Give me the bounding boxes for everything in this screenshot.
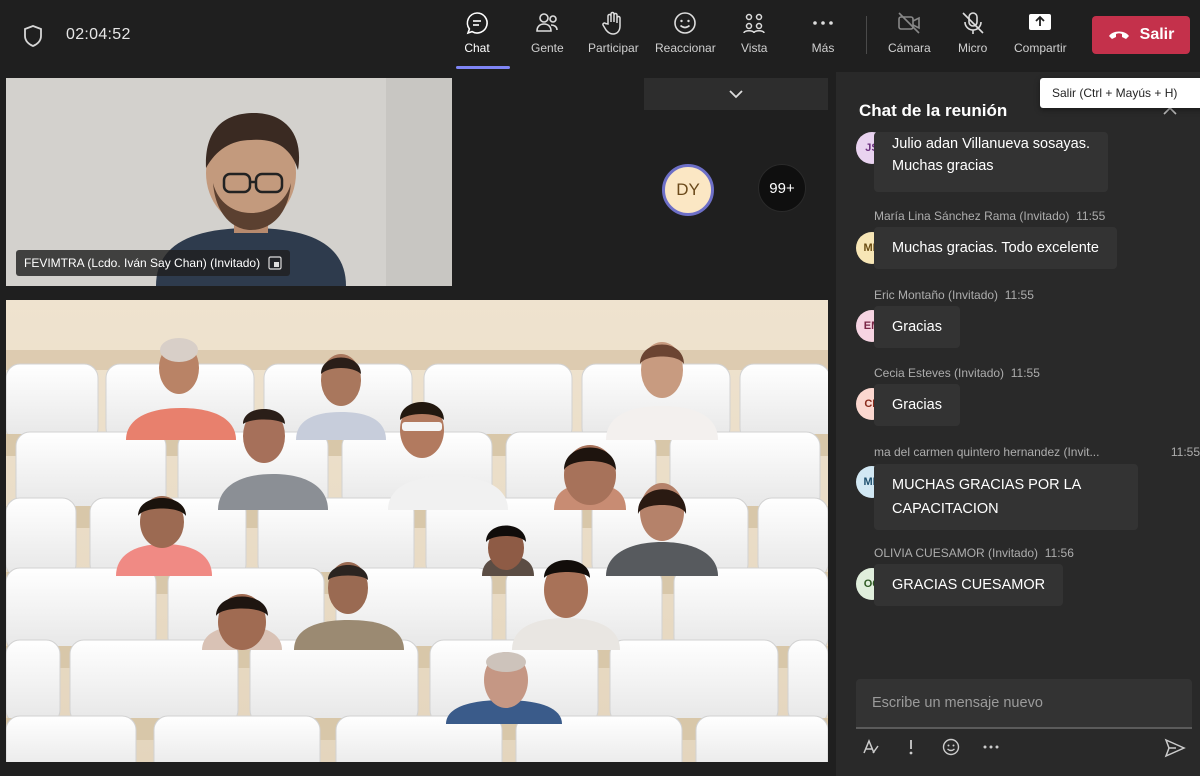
chat-message-meta: María Lina Sánchez Rama (Invitado) 11:55 xyxy=(874,209,1105,223)
chat-message-text: Gracias xyxy=(892,319,942,335)
chat-message[interactable]: Julio adan Villanueva sosayas. Muchas gr… xyxy=(874,132,1109,192)
chat-message-meta: OLIVIA CUESAMOR (Invitado) 11:56 xyxy=(874,546,1074,560)
react-button[interactable]: Reaccionar xyxy=(655,10,716,66)
emoji-icon[interactable] xyxy=(942,738,960,756)
view-icon xyxy=(743,13,765,34)
chat-title: Chat de la reunión xyxy=(859,101,1008,120)
chat-message-sender: Eric Montaño (Invitado) xyxy=(874,288,999,302)
send-icon[interactable] xyxy=(1164,738,1186,758)
raise-hand-label: Participar xyxy=(588,41,639,55)
compose-toolbar xyxy=(862,738,1000,756)
chat-message-sender: Cecia Esteves (Invitado) xyxy=(874,366,1005,380)
chevron-down-icon xyxy=(729,90,743,99)
camera-off-icon xyxy=(898,12,921,34)
message-compose-input[interactable]: Escribe un mensaje nuevo xyxy=(856,679,1192,729)
more-button[interactable]: Más xyxy=(810,10,836,66)
chat-message-sender: María Lina Sánchez Rama (Invitado) xyxy=(874,209,1070,223)
presenter-name: FEVIMTRA (Lcdo. Iván Say Chan) (Invitado… xyxy=(24,256,261,270)
share-button[interactable]: Compartir xyxy=(1014,10,1067,66)
react-label: Reaccionar xyxy=(655,41,716,55)
camera-label: Cámara xyxy=(888,41,931,55)
mic-off-icon xyxy=(962,12,984,34)
format-icon[interactable] xyxy=(862,738,880,756)
mic-label: Micro xyxy=(958,41,988,55)
chat-message-sender: OLIVIA CUESAMOR (Invitado) xyxy=(874,546,1039,560)
chat-message-time: 11:55 xyxy=(1004,288,1034,302)
chat-message-time: 11:55 xyxy=(1010,366,1040,380)
roster-collapse-button[interactable] xyxy=(644,78,828,110)
camera-button[interactable]: Cámara xyxy=(888,10,931,66)
mic-button[interactable]: Micro xyxy=(958,10,987,66)
meeting-toolbar: 02:04:52 Chat Gente Participar Reacciona… xyxy=(0,0,1200,72)
people-button[interactable]: Gente xyxy=(531,10,564,66)
attach-icon[interactable] xyxy=(902,738,920,756)
chat-message-text: GRACIAS CUESAMOR xyxy=(892,577,1046,593)
toolbar-divider xyxy=(866,16,867,54)
chat-message-text: MUCHAS GRACIAS POR LA xyxy=(892,477,1082,493)
people-icon xyxy=(536,13,559,32)
chat-message-text: Gracias xyxy=(892,397,942,413)
chat-label: Chat xyxy=(464,41,490,55)
chat-message[interactable]: Gracias xyxy=(874,306,960,348)
leave-tooltip: Salir (Ctrl + Mayús + H) xyxy=(1040,78,1200,108)
chat-message-sender: ma del carmen quintero hernandez (Invit.… xyxy=(874,445,1100,459)
chat-panel: Chat de la reunión JS Julio adan Villanu… xyxy=(836,72,1200,776)
presenter-video[interactable]: FEVIMTRA (Lcdo. Iván Say Chan) (Invitado… xyxy=(6,78,452,286)
hand-icon xyxy=(602,11,622,35)
chat-message-time: 11:55 xyxy=(1076,209,1106,223)
together-mode-scene xyxy=(6,300,828,762)
share-label: Compartir xyxy=(1014,41,1067,55)
leave-button[interactable]: Salir xyxy=(1092,16,1190,54)
chat-message[interactable]: Gracias xyxy=(874,384,960,426)
chat-message[interactable]: GRACIAS CUESAMOR xyxy=(874,564,1064,606)
chat-icon xyxy=(466,12,488,35)
chat-message-time: 11:56 xyxy=(1044,546,1074,560)
together-mode-view xyxy=(6,300,828,762)
people-label: Gente xyxy=(531,41,564,55)
view-label: Vista xyxy=(741,41,768,55)
chat-message-sender: Julio adan Villanueva sosayas. xyxy=(892,136,1091,152)
chat-message-time: 11:55 xyxy=(1170,445,1200,459)
presenter-nametag: FEVIMTRA (Lcdo. Iván Say Chan) (Invitado… xyxy=(16,250,291,276)
chat-message[interactable]: Muchas gracias. Todo excelente xyxy=(874,227,1117,269)
more-label: Más xyxy=(811,41,835,55)
chat-button[interactable]: Chat xyxy=(464,10,490,66)
meeting-timer: 02:04:52 xyxy=(66,26,131,43)
compose-placeholder: Escribe un mensaje nuevo xyxy=(872,695,1043,711)
chat-message-text: Muchas gracias. Todo excelente xyxy=(892,240,1099,256)
chat-message-text: Muchas gracias xyxy=(892,158,994,174)
ellipsis-icon[interactable] xyxy=(982,738,1000,756)
active-tab-indicator xyxy=(456,66,510,69)
share-icon xyxy=(1029,14,1052,30)
chat-message[interactable]: MUCHAS GRACIAS POR LA CAPACITACION xyxy=(874,464,1138,530)
phone-hangup-icon xyxy=(1108,31,1129,39)
view-button[interactable]: Vista xyxy=(741,10,767,66)
chat-message-text: CAPACITACION xyxy=(892,501,999,517)
participant-avatar[interactable]: DY xyxy=(662,164,714,216)
more-icon xyxy=(813,21,833,25)
chat-message-meta: Cecia Esteves (Invitado) 11:55 xyxy=(874,366,1040,380)
raise-hand-button[interactable]: Participar xyxy=(588,10,639,66)
leave-label: Salir xyxy=(1139,26,1175,43)
shield-icon[interactable] xyxy=(22,24,44,48)
chat-message-meta: ma del carmen quintero hernandez (Invit.… xyxy=(874,445,1200,459)
popout-icon[interactable] xyxy=(268,256,282,270)
smile-icon xyxy=(674,12,697,34)
chat-message-meta: Eric Montaño (Invitado) 11:55 xyxy=(874,288,1034,302)
participants-overflow[interactable]: 99+ xyxy=(758,164,806,212)
